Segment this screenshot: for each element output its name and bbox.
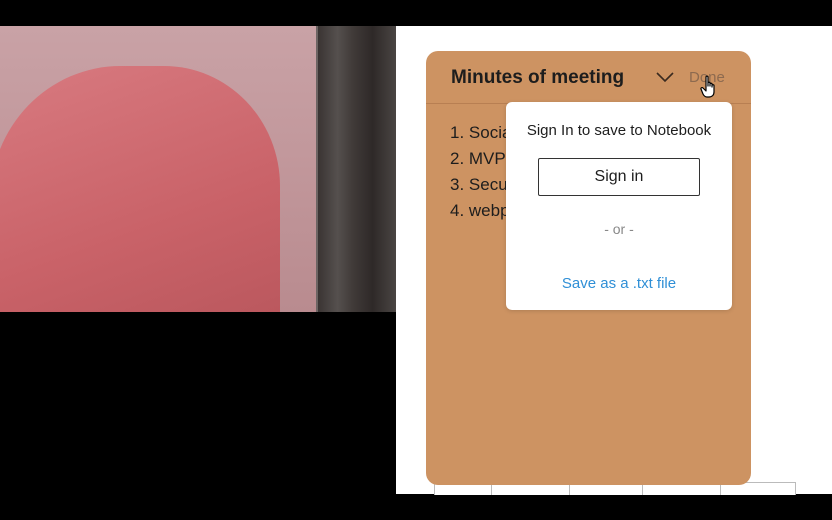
- notes-card-title: Minutes of meeting: [451, 67, 625, 88]
- hand-pointer-icon: [700, 75, 715, 98]
- video-feed: [0, 26, 396, 312]
- list-item: 2. MVP: [450, 149, 506, 168]
- or-divider-text: - or -: [604, 221, 634, 237]
- chevron-down-icon[interactable]: [656, 71, 674, 83]
- notes-list: 1. Socia 2. MVP 3. Secu 4. webp: [450, 120, 511, 224]
- save-prompt-text: Sign In to save to Notebook: [526, 122, 712, 139]
- save-as-txt-link[interactable]: Save as a .txt file: [506, 275, 732, 292]
- list-item: 4. webp: [450, 201, 510, 220]
- background-door: [318, 26, 396, 312]
- person-shirt: [0, 66, 280, 312]
- save-popup: Sign In to save to Notebook Sign in - or…: [506, 102, 732, 310]
- list-item: 3. Secu: [450, 175, 508, 194]
- list-item: 1. Socia: [450, 123, 512, 142]
- sign-in-button[interactable]: Sign in: [538, 158, 700, 196]
